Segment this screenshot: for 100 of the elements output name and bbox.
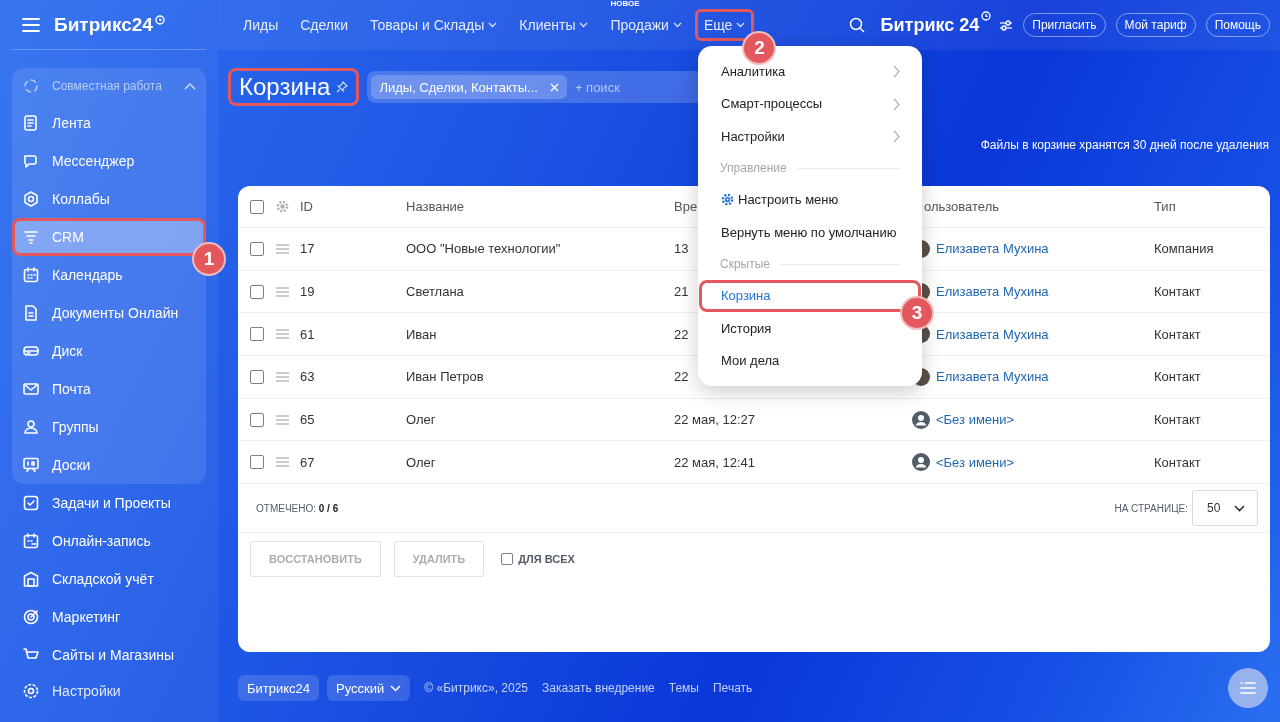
sidebar-item[interactable]: Коллабы	[12, 180, 120, 218]
language-select[interactable]: Русский	[327, 675, 411, 701]
per-page-select[interactable]: 50	[1192, 490, 1258, 527]
table-cell: Иван Петров	[406, 369, 484, 385]
table-cell: 13	[674, 241, 689, 257]
sidebar-item[interactable]: Настройки	[12, 674, 131, 708]
table-cell: 17	[300, 241, 315, 257]
menu-item[interactable]: Настроить меню	[699, 183, 850, 216]
chevron-icon[interactable]	[184, 82, 196, 90]
sidebar-item[interactable]: Доски	[12, 446, 101, 484]
footer-link[interactable]: Темы	[668, 681, 699, 695]
row-checkbox[interactable]	[250, 241, 264, 256]
nav-item[interactable]: Продажи	[601, 9, 691, 41]
sidebar-item[interactable]: Группы	[12, 408, 109, 446]
envelope-icon	[22, 380, 40, 398]
menu-item[interactable]: История	[699, 312, 783, 345]
column-header[interactable]: ID	[300, 199, 313, 214]
callout-badge: 2	[742, 31, 777, 65]
gear-icon[interactable]	[276, 200, 289, 213]
chat-icon	[22, 152, 40, 170]
new-label: НОВОЕ	[610, 0, 640, 8]
sidebar-item[interactable]: Почта	[12, 370, 101, 408]
user-link[interactable]: Елизавета Мухина	[936, 241, 1049, 257]
for-all-checkbox[interactable]	[501, 553, 514, 566]
menu-icon[interactable]	[22, 17, 40, 32]
nav-item[interactable]: Товары и Склады	[360, 9, 507, 41]
menu-item[interactable]: Настройки	[699, 120, 796, 153]
settings-icon	[22, 682, 40, 700]
sidebar-item[interactable]: Документы Онлайн	[12, 294, 189, 332]
logo[interactable]: Битрикс24	[54, 13, 153, 36]
drag-handle-icon[interactable]	[276, 414, 289, 425]
chevron-right-icon	[893, 130, 900, 143]
chevron-right-icon	[893, 65, 900, 78]
info-text: Файлы в корзине хранятся 30 дней после удаления	[980, 138, 1269, 152]
table-cell: Светлана	[406, 284, 464, 300]
pin-icon[interactable]	[336, 81, 349, 93]
chevron-down-icon	[390, 684, 402, 692]
table-cell: 22 мая, 12:41	[674, 454, 756, 470]
clock-icon	[981, 11, 992, 21]
user-link[interactable]: <Без имени>	[936, 454, 1015, 470]
chevron-right-icon	[893, 97, 900, 111]
table-cell: 22	[674, 326, 689, 342]
nav-item[interactable]: Лиды	[234, 9, 288, 41]
row-checkbox[interactable]	[250, 327, 264, 342]
filter-chip[interactable]: Лиды, Сделки, Контакты...	[371, 75, 567, 99]
table-cell: 19	[300, 284, 315, 300]
table-cell: Контакт	[1154, 454, 1201, 470]
column-header[interactable]: Название	[406, 199, 465, 214]
document-icon	[22, 304, 40, 322]
row-checkbox[interactable]	[250, 369, 264, 384]
footer-link[interactable]: Печать	[713, 681, 753, 695]
sliders-icon[interactable]	[999, 19, 1014, 31]
drag-handle-icon[interactable]	[276, 243, 289, 254]
list-button[interactable]	[1228, 668, 1268, 708]
sidebar-item[interactable]: Маркетинг	[12, 598, 131, 636]
brand-button[interactable]: Битрикс24	[238, 675, 320, 701]
column-header[interactable]: Тип	[1154, 199, 1176, 214]
user-link[interactable]: Елизавета Мухина	[936, 326, 1049, 342]
search-icon[interactable]	[848, 17, 865, 33]
selected-count: ОТМЕЧЕНО: 0 / 6	[256, 502, 339, 514]
sidebar-item[interactable]: Складской учёт	[12, 560, 164, 598]
per-page-label: НА СТРАНИЦЕ:	[1114, 502, 1188, 514]
drag-handle-icon[interactable]	[276, 457, 289, 468]
table-cell: 22 мая, 12:27	[674, 412, 756, 428]
checkbox-label: ДЛЯ ВСЕХ	[518, 553, 575, 566]
user-link[interactable]: Елизавета Мухина	[936, 284, 1049, 300]
drag-handle-icon[interactable]	[276, 371, 289, 382]
funnel-icon	[22, 228, 40, 246]
table-cell: Олег	[406, 454, 436, 470]
menu-section-label: Управление	[720, 161, 787, 175]
sidebar-item[interactable]: Задачи и Проекты	[12, 484, 181, 522]
sidebar-item[interactable]: Онлайн-запись	[12, 522, 161, 560]
target-icon	[22, 608, 40, 626]
close-icon[interactable]	[549, 82, 559, 92]
sidebar-item[interactable]: Лента	[12, 104, 101, 142]
table-cell: 65	[300, 412, 315, 428]
user-link[interactable]: <Без имени>	[936, 412, 1015, 428]
menu-item[interactable]: Мои дела	[699, 344, 791, 377]
row-checkbox[interactable]	[250, 284, 264, 299]
clock-icon	[154, 15, 165, 25]
drag-handle-icon[interactable]	[276, 329, 289, 340]
sidebar-item[interactable]: Мессенджер	[12, 142, 145, 180]
footer-link[interactable]: Заказать внедрение	[542, 681, 655, 695]
nav-item[interactable]: Клиенты	[510, 9, 598, 41]
header-button[interactable]: Пригласить	[1023, 13, 1106, 37]
table-cell: Олег	[406, 412, 436, 428]
checkbox-icon	[22, 494, 40, 512]
select-all-checkbox[interactable]	[250, 199, 264, 214]
drag-handle-icon[interactable]	[276, 286, 289, 297]
row-checkbox[interactable]	[250, 412, 264, 427]
row-checkbox[interactable]	[250, 455, 264, 470]
page-title: Корзина	[239, 73, 331, 101]
sidebar-item[interactable]: Календарь	[12, 256, 133, 294]
user-link[interactable]: Елизавета Мухина	[936, 369, 1049, 385]
column-header[interactable]: Вре	[674, 199, 698, 214]
sidebar-item[interactable]: Диск	[12, 332, 93, 370]
menu-item[interactable]: Вернуть меню по умолчанию	[699, 216, 908, 249]
sidebar-item[interactable]: Сайты и Магазины	[12, 636, 184, 674]
nav-item[interactable]: Сделки	[291, 9, 357, 41]
calendar-icon	[22, 266, 40, 284]
